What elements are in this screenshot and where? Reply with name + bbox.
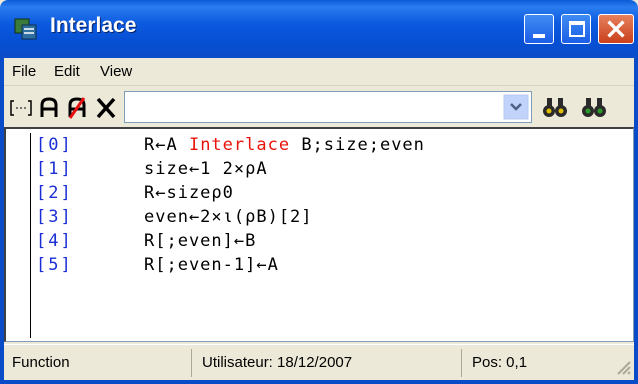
line-code: size←1 2×ρA [144,159,268,179]
code-line[interactable]: [4] R[;even]←B [6,231,626,255]
close-button[interactable] [598,14,634,44]
close-icon [607,20,625,38]
status-type: Function [4,349,192,377]
code-editor[interactable]: [0] R←A Interlace B;size;even [1] size←1… [4,127,634,342]
code-line[interactable]: [5] R[;even-1]←A [6,255,626,279]
close-x-icon[interactable] [93,95,119,121]
line-number: [3] [36,207,73,227]
resize-grip-icon[interactable] [614,358,632,376]
code-line[interactable]: [2] R←sizeρ0 [6,183,626,207]
function-name: Interlace [188,135,291,155]
letter-a-icon[interactable] [36,95,62,121]
toolbar [4,87,634,127]
maximize-icon [569,21,585,37]
menu-file[interactable]: File [12,63,36,80]
line-number: [1] [36,159,73,179]
window-title: Interlace [50,14,137,37]
status-bar: Function Utilisateur: 18/12/2007 Pos: 0,… [4,344,634,380]
search-input[interactable] [129,98,499,116]
menu-view[interactable]: View [100,63,132,80]
line-number: [0] [36,135,73,155]
title-bar[interactable]: Interlace [0,0,638,58]
minimize-icon [533,34,545,38]
app-icon [14,18,37,40]
minimize-button[interactable] [524,14,554,44]
menu-bar: File Edit View [4,58,634,86]
status-position: Pos: 0,1 [472,354,528,371]
line-number: [4] [36,231,73,251]
bracket-icon[interactable] [8,95,34,121]
code-line[interactable]: [0] R←A Interlace B;size;even [6,135,626,159]
line-number: [2] [36,183,73,203]
find-binoculars-icon[interactable] [541,94,571,120]
line-code: even←2×ι(ρB)[2] [144,207,313,227]
letter-a-crossed-icon[interactable] [64,95,90,121]
find-next-binoculars-icon[interactable] [580,94,610,120]
line-code: R[;even]←B [144,231,257,251]
chevron-down-icon[interactable] [503,94,529,120]
code-line[interactable]: [3] even←2×ι(ρB)[2] [6,207,626,231]
search-combo[interactable] [124,91,532,123]
code-line[interactable]: [1] size←1 2×ρA [6,159,626,183]
status-user: Utilisateur: 18/12/2007 [194,349,462,377]
line-number: [5] [36,255,73,275]
line-code: R←sizeρ0 [144,183,234,203]
line-code: R[;even-1]←A [144,255,279,275]
menu-edit[interactable]: Edit [54,63,80,80]
maximize-button[interactable] [561,14,591,44]
line-code: R←A Interlace B;size;even [144,135,425,155]
